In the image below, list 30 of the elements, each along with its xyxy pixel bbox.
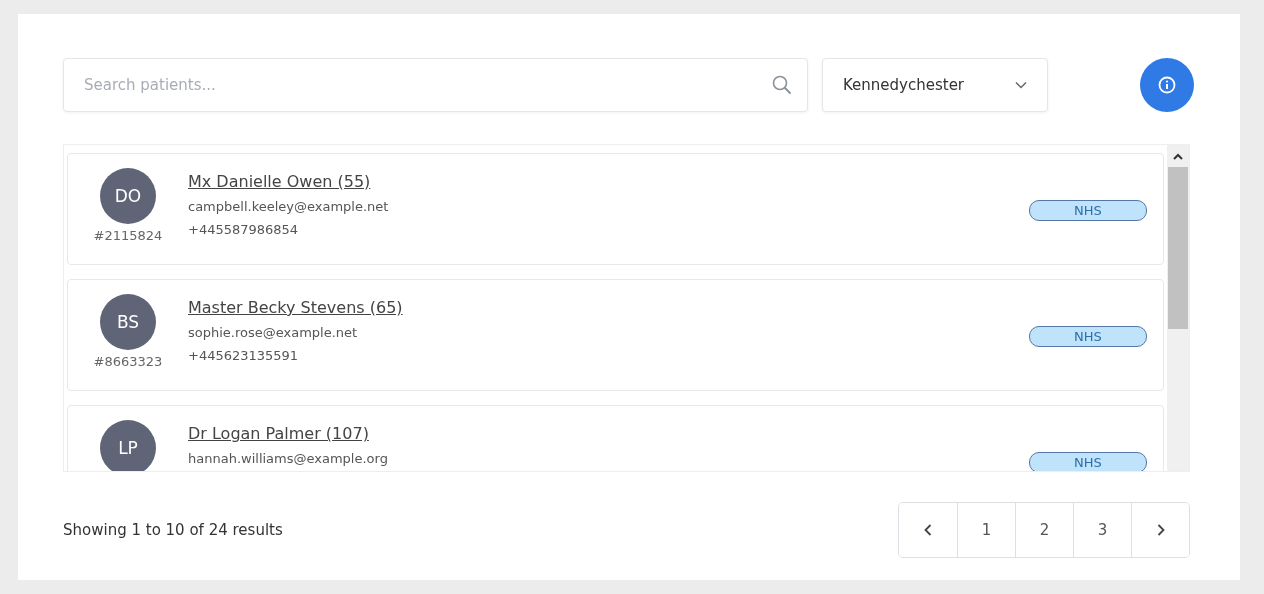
chevron-right-icon xyxy=(1156,524,1165,536)
patient-id: #2115824 xyxy=(93,228,163,243)
location-dropdown[interactable]: Kennedychester xyxy=(822,58,1048,112)
avatar: BS xyxy=(100,294,156,350)
info-icon xyxy=(1158,76,1176,94)
patient-phone: +445623135591 xyxy=(188,348,300,363)
patient-name-link[interactable]: Dr Logan Palmer (107) xyxy=(188,424,1029,443)
patient-card[interactable]: BS #8663323 Master Becky Stevens (65) sophie.rose@example.net +445623135591 NHS xyxy=(67,279,1164,391)
avatar: DO xyxy=(100,168,156,224)
scrollbar[interactable] xyxy=(1167,145,1189,471)
patient-email: hannah.williams@example.org xyxy=(188,451,389,466)
nhs-tag: NHS xyxy=(1029,452,1147,471)
patient-card[interactable]: DO #2115824 Mx Danielle Owen (55) campbell.keeley@example.net +445587986854 NHS xyxy=(67,153,1164,265)
patient-email: campbell.keeley@example.net xyxy=(188,199,390,214)
search-icon xyxy=(772,75,792,95)
next-page-button[interactable] xyxy=(1131,503,1189,557)
patient-id: #8663323 xyxy=(93,354,163,369)
info-button[interactable] xyxy=(1140,58,1194,112)
avatar: LP xyxy=(100,420,156,471)
search-field[interactable]: Search patients... xyxy=(63,58,808,112)
patient-name-link[interactable]: Mx Danielle Owen (55) xyxy=(188,172,1029,191)
results-summary: Showing 1 to 10 of 24 results xyxy=(63,521,283,539)
nhs-tag: NHS xyxy=(1029,200,1147,221)
patient-phone: +445587986854 xyxy=(188,222,300,237)
patient-name-link[interactable]: Master Becky Stevens (65) xyxy=(188,298,1029,317)
chevron-down-icon xyxy=(1015,81,1027,89)
scroll-up-icon xyxy=(1173,153,1183,161)
patient-email: sophie.rose@example.net xyxy=(188,325,359,340)
nhs-tag: NHS xyxy=(1029,326,1147,347)
chevron-left-icon xyxy=(924,524,932,536)
